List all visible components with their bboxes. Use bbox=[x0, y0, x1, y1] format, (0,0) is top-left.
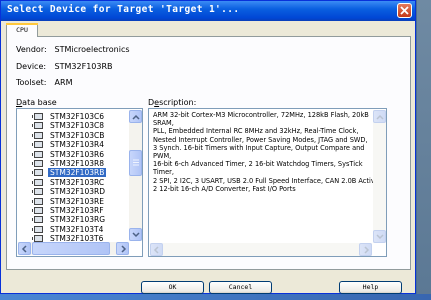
scroll-down-button[interactable] bbox=[129, 228, 142, 241]
title-bar[interactable]: Select Device for Target 'Target 1'... bbox=[1, 1, 415, 21]
tab-cpu-label: CPU bbox=[16, 26, 28, 34]
list-item[interactable]: STM32F103R4 bbox=[48, 140, 106, 149]
chip-icon bbox=[32, 150, 43, 158]
description-text: ARM 32-bit Cortex-M3 Microcontroller, 72… bbox=[153, 111, 381, 193]
list-item[interactable]: STM32F103R6 bbox=[48, 150, 106, 159]
chip-icon bbox=[32, 113, 43, 120]
scroll-right-button[interactable] bbox=[116, 242, 129, 255]
device-label: Device: bbox=[16, 62, 47, 71]
list-item[interactable]: STM32F103RG bbox=[48, 215, 107, 224]
tab-active-indicator bbox=[6, 23, 38, 25]
horizontal-scroll-thumb[interactable] bbox=[32, 242, 110, 255]
toolset-row: Toolset: ARM bbox=[16, 78, 72, 87]
description-label-text: scription: bbox=[159, 98, 197, 107]
chip-icon bbox=[32, 197, 43, 205]
close-button[interactable] bbox=[397, 3, 412, 18]
chip-icon bbox=[32, 178, 43, 186]
description-box[interactable]: ARM 32-bit Cortex-M3 Microcontroller, 72… bbox=[148, 108, 387, 257]
tab-cpu[interactable]: CPU bbox=[6, 23, 38, 37]
list-item[interactable]: STM32F103RD bbox=[48, 187, 107, 196]
chevron-right-icon bbox=[121, 245, 127, 253]
description-label: Description: bbox=[148, 98, 196, 107]
list-item[interactable]: STM32F103C8 bbox=[48, 121, 106, 130]
chevron-up-icon bbox=[132, 114, 140, 120]
close-icon bbox=[400, 6, 409, 15]
description-scroll-up-button[interactable] bbox=[373, 110, 386, 123]
cancel-button[interactable]: Cancel bbox=[209, 281, 272, 294]
list-item[interactable]: STM32F103CB bbox=[48, 131, 106, 140]
chip-icon bbox=[32, 225, 43, 233]
chip-icon bbox=[32, 188, 43, 196]
chip-icon bbox=[32, 131, 43, 139]
taskbar bbox=[0, 294, 431, 300]
description-horizontal-scrollbar[interactable] bbox=[150, 243, 372, 256]
window-title: Select Device for Target 'Target 1'... bbox=[7, 4, 240, 15]
device-row: Device: STM32F103RB bbox=[16, 62, 113, 71]
select-device-dialog: Select Device for Target 'Target 1'... C… bbox=[0, 0, 416, 294]
chevron-left-icon bbox=[153, 246, 159, 254]
grip-icon bbox=[133, 159, 139, 166]
ok-button[interactable]: OK bbox=[141, 281, 204, 294]
chevron-right-icon bbox=[364, 246, 370, 254]
list-item[interactable]: STM32F103C6 bbox=[48, 112, 106, 121]
chevron-up-icon bbox=[376, 114, 384, 120]
chip-icon bbox=[32, 216, 43, 224]
chip-icon bbox=[32, 207, 43, 214]
help-button[interactable]: Help bbox=[339, 281, 402, 294]
list-item[interactable]: STM32F103R8 bbox=[48, 159, 106, 168]
chip-icon bbox=[32, 122, 43, 130]
device-value: STM32F103RB bbox=[54, 62, 113, 71]
description-scroll-down-button[interactable] bbox=[373, 230, 386, 243]
vendor-row: Vendor: STMicroelectronics bbox=[16, 45, 130, 54]
chip-icon bbox=[32, 169, 43, 177]
toolset-label: Toolset: bbox=[16, 78, 47, 87]
device-database-list[interactable]: STM32F103C6 STM32F103C8 STM32F103CB STM32F1… bbox=[16, 108, 143, 257]
scroll-left-button[interactable] bbox=[18, 242, 31, 255]
list-item[interactable]: STM32F103RE bbox=[48, 197, 106, 206]
scroll-up-button[interactable] bbox=[129, 110, 142, 123]
toolset-value: ARM bbox=[54, 78, 73, 87]
description-scroll-left-button[interactable] bbox=[150, 243, 163, 256]
chevron-left-icon bbox=[21, 245, 27, 253]
database-label: Data base bbox=[16, 98, 57, 107]
list-item[interactable]: STM32F103T4 bbox=[48, 225, 105, 234]
list-item-selected[interactable]: STM32F103RB bbox=[48, 168, 107, 178]
list-horizontal-scrollbar[interactable] bbox=[18, 242, 129, 255]
chip-icon bbox=[32, 141, 43, 149]
vendor-value: STMicroelectronics bbox=[54, 45, 130, 54]
chevron-down-icon bbox=[132, 232, 140, 238]
list-vertical-scrollbar[interactable] bbox=[129, 110, 142, 241]
list-item[interactable]: STM32F103RF bbox=[48, 206, 106, 215]
vendor-label: Vendor: bbox=[16, 45, 47, 54]
database-label-text: ata base bbox=[22, 98, 57, 107]
description-vertical-scrollbar[interactable] bbox=[373, 110, 386, 243]
list-item[interactable]: STM32F103RC bbox=[48, 178, 106, 187]
scroll-thumb[interactable] bbox=[129, 150, 142, 176]
chevron-down-icon bbox=[376, 234, 384, 240]
chip-icon bbox=[32, 160, 43, 167]
description-scroll-right-button[interactable] bbox=[359, 243, 372, 256]
desktop-background bbox=[417, 0, 431, 300]
